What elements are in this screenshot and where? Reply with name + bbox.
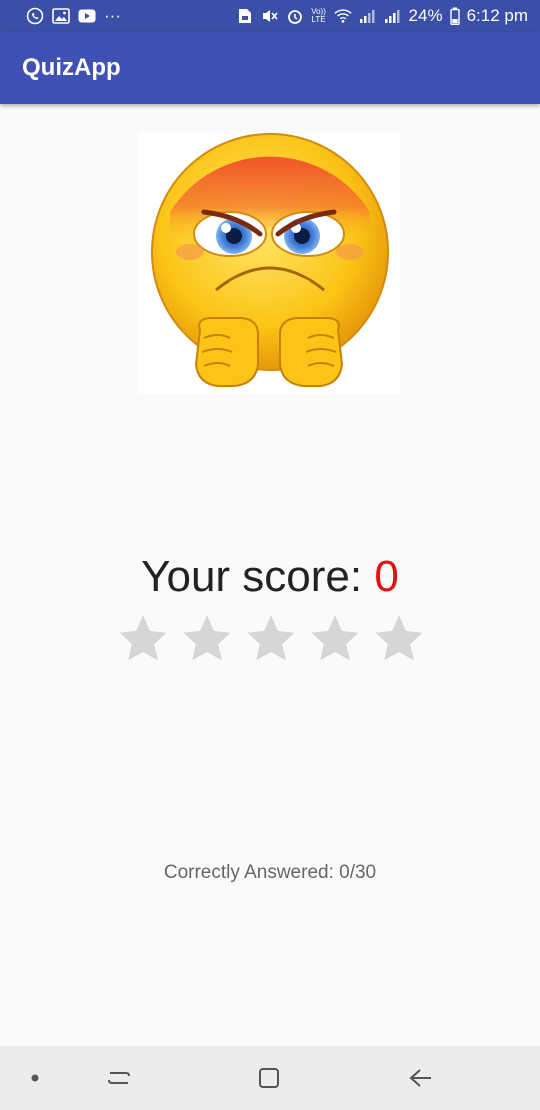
correctly-answered-text: Correctly Answered: 0/30 [163, 862, 377, 883]
volte-icon: Vo)) LTE [311, 7, 326, 24]
star-icon [375, 615, 423, 661]
home-button[interactable] [254, 1064, 284, 1092]
app-title: QuizApp [22, 54, 121, 81]
star-icon [311, 615, 359, 661]
recent-apps-button[interactable] [104, 1064, 134, 1092]
star-icon [119, 615, 167, 661]
score-value: 0 [374, 552, 399, 601]
youtube-icon [78, 7, 96, 25]
back-button[interactable] [406, 1064, 436, 1092]
battery-icon [449, 7, 460, 25]
score-line: Your score: 0 [0, 552, 540, 602]
whatsapp-icon [26, 7, 44, 25]
angry-emoji-image [138, 132, 400, 394]
status-bar: ··· Vo)) LTE 24% 6:12 pm [0, 0, 540, 32]
signal-icon [359, 7, 377, 25]
dot-button[interactable] [20, 1064, 50, 1092]
alarm-icon [286, 7, 304, 25]
status-left-icons: ··· [26, 6, 121, 26]
home-icon [259, 1068, 279, 1088]
clock: 6:12 pm [466, 6, 528, 25]
app-bar: QuizApp [0, 32, 540, 104]
navigation-bar [0, 1046, 540, 1110]
back-arrow-icon [409, 1069, 431, 1087]
battery-percent: 24% [408, 6, 443, 25]
score-label: Your score: [141, 552, 375, 601]
status-right-icons: Vo)) LTE 24% 6:12 pm [236, 6, 528, 26]
star-rating [116, 612, 426, 672]
mute-icon [261, 7, 279, 25]
star-icon [247, 615, 295, 661]
image-icon [52, 7, 70, 25]
more-dots-icon: ··· [104, 6, 121, 25]
wifi-icon [333, 7, 352, 25]
recent-apps-icon [108, 1072, 130, 1084]
sim-icon [236, 7, 254, 25]
signal-icon [384, 7, 402, 25]
star-icon [183, 615, 231, 661]
